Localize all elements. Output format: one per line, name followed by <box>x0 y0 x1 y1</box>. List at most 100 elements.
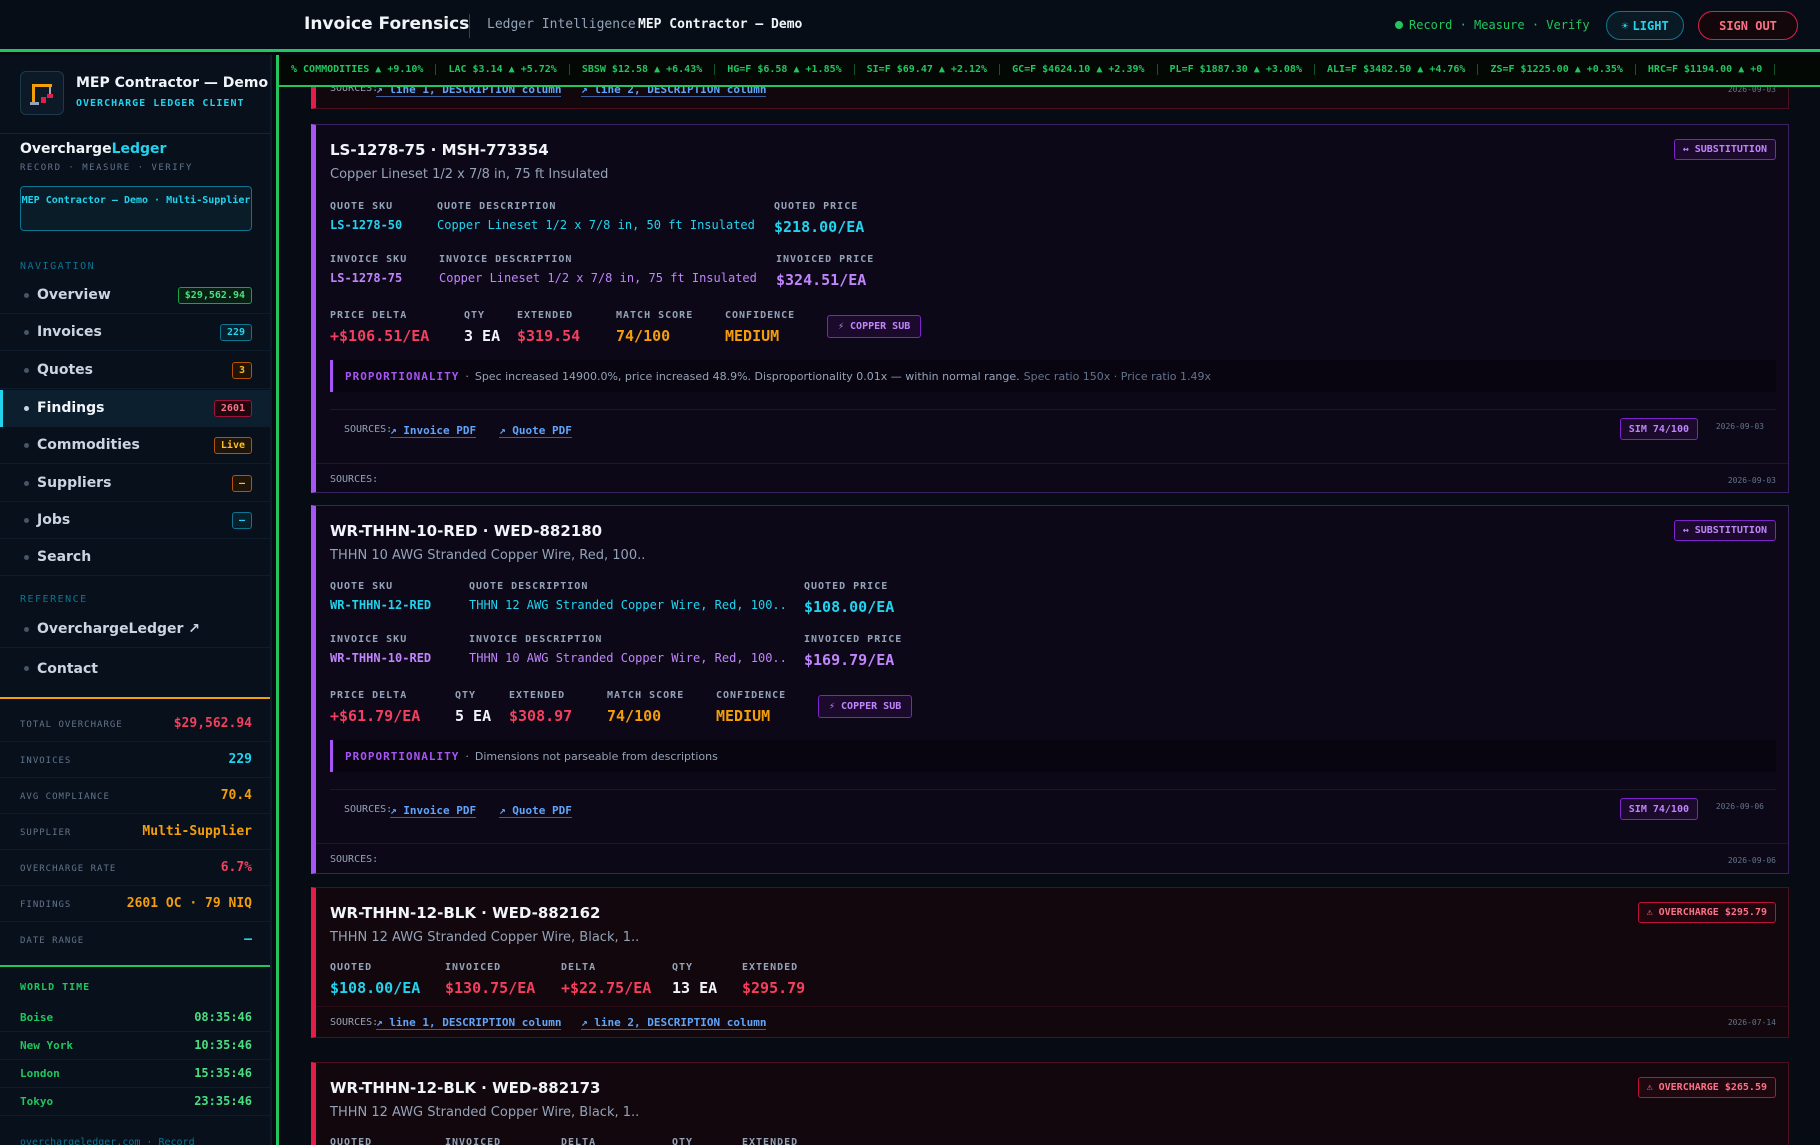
sidebar-item-quotes[interactable]: Quotes 3 <box>0 352 270 389</box>
field-label: INVOICE DESCRIPTION <box>439 254 573 265</box>
reference-section-label: REFERENCE <box>20 594 88 605</box>
ticker-item: ZS=F $1225.00 ▲ +0.35% <box>1478 64 1636 75</box>
confidence-field: CONFIDENCE MEDIUM <box>725 310 795 345</box>
finding-card-partial: SOURCES: ↗ line 1, DESCRIPTION column ↗ … <box>311 87 1789 109</box>
source-link[interactable]: ↗ line 1, DESCRIPTION column <box>376 87 562 97</box>
nav-badge: 2601 <box>213 399 252 417</box>
quote-sku-field: QUOTE SKU WR-THHN-12-RED <box>330 581 431 612</box>
bullet-icon <box>24 442 29 448</box>
finding-title: WR-THHN-12-BLK · WED-882162 <box>330 904 601 922</box>
field-label: QUOTE DESCRIPTION <box>469 581 589 592</box>
proportionality-label: PROPORTIONALITY <box>345 749 460 763</box>
invoice-pdf-link[interactable]: ↗ Invoice PDF <box>390 804 477 818</box>
city-name: London <box>20 1067 60 1080</box>
field-label: QTY <box>464 310 486 321</box>
finding-date: 2026-09-03 <box>1715 422 1764 431</box>
sidebar-item-search[interactable]: Search <box>0 539 270 576</box>
field-value: WR-THHN-10-RED <box>330 651 432 665</box>
sidebar-item-overview[interactable]: Overview $29,562.94 <box>0 277 270 314</box>
field-value: $169.79/EA <box>804 651 895 669</box>
separator: · <box>465 369 469 383</box>
sign-out-button[interactable]: SIGN OUT <box>1698 11 1798 40</box>
nav-badge: Live <box>213 436 252 454</box>
sidebar-item-suppliers[interactable]: Suppliers — <box>0 465 270 502</box>
source-link[interactable]: ↗ line 2, DESCRIPTION column <box>581 87 767 97</box>
sources-row: SOURCES: ↗ Invoice PDF ↗ Quote PDF SIM 7… <box>330 409 1776 457</box>
stat-value: 2601 OC · 79 NIQ <box>126 896 252 911</box>
quote-pdf-link[interactable]: ↗ Quote PDF <box>499 804 572 818</box>
world-time-row: New York 10:35:46 <box>0 1032 270 1060</box>
sidebar-item-label: Search <box>37 549 92 565</box>
extended-field: EXTENDED $295.79 <box>742 962 805 997</box>
invoice-pdf-link[interactable]: ↗ Invoice PDF <box>390 424 477 438</box>
sidebar-item-jobs[interactable]: Jobs — <box>0 502 270 539</box>
light-mode-button[interactable]: ☀ LIGHT <box>1606 11 1684 40</box>
bullet-icon <box>24 480 29 486</box>
client-name: MEP Contractor — Demo <box>76 75 269 91</box>
stat-date-range: DATE RANGE — <box>0 922 270 958</box>
price-delta-field: PRICE DELTA +$61.79/EA <box>330 690 420 725</box>
qty-field: QTY 5 EA <box>455 690 491 725</box>
field-label: QTY <box>455 690 477 701</box>
field-value: 3 EA <box>464 327 501 345</box>
sources-label: SOURCES: <box>330 1017 379 1028</box>
field-label: INVOICED <box>445 962 502 973</box>
sidebar-item-label: Contact <box>37 660 98 677</box>
sidebar-item-invoices[interactable]: Invoices 229 <box>0 314 270 351</box>
field-label: DELTA <box>561 1137 597 1145</box>
field-label: EXTENDED <box>517 310 574 321</box>
sidebar-item-label: Findings <box>37 400 105 416</box>
status-text: Record · Measure · Verify <box>1409 18 1590 32</box>
separator: · <box>465 749 469 763</box>
city-time: 10:35:46 <box>194 1038 252 1052</box>
copper-sub-badge: ⚡ COPPER SUB <box>818 695 913 718</box>
match-score-field: MATCH SCORE 74/100 <box>607 690 684 725</box>
field-label: QUOTED PRICE <box>774 201 859 212</box>
field-value: $308.97 <box>509 707 573 725</box>
stat-label: DATE RANGE <box>20 936 85 946</box>
field-value: $324.51/EA <box>776 271 867 289</box>
findings-list[interactable]: SOURCES: ↗ line 1, DESCRIPTION column ↗ … <box>279 87 1820 1145</box>
link-text: Quote PDF <box>512 804 572 817</box>
source-link-text: line 2, DESCRIPTION column <box>594 1016 767 1029</box>
sidebar-item-overchargeledger[interactable]: OverchargeLedger ↗ <box>0 611 270 648</box>
sidebar-item-findings[interactable]: Findings 2601 <box>0 390 270 427</box>
field-label: MATCH SCORE <box>616 310 694 321</box>
sidebar-item-commodities[interactable]: Commodities Live <box>0 427 270 464</box>
field-value: +$22.75/EA <box>561 979 652 997</box>
ticker-item: LAC $3.14 ▲ +5.72% <box>436 64 570 75</box>
finding-date: 2026-09-03 <box>1727 476 1776 485</box>
sidebar-footer[interactable]: overchargeledger.com · Record <box>20 1137 195 1145</box>
world-time-row: Boise 08:35:46 <box>0 1004 270 1032</box>
price-delta-field: PRICE DELTA +$106.51/EA <box>330 310 429 345</box>
brand-tagline: RECORD · MEASURE · VERIFY <box>20 163 193 173</box>
sidebar-item-contact[interactable]: Contact <box>0 650 270 687</box>
field-value: LS-1278-75 <box>330 271 403 285</box>
finding-card: WR-THHN-10-RED · WED-882180 THHN 10 AWG … <box>311 505 1789 874</box>
bullet-icon <box>24 292 29 298</box>
source-link[interactable]: ↗ line 2, DESCRIPTION column <box>581 1016 767 1030</box>
proportionality-text: Spec increased 14900.0%, price increased… <box>474 369 1020 383</box>
quote-description-field: QUOTE DESCRIPTION THHN 12 AWG Stranded C… <box>469 581 787 612</box>
sidebar-item-label: OverchargeLedger ↗ <box>37 621 201 637</box>
world-time-divider <box>0 965 270 967</box>
finding-date: 2026-09-06 <box>1715 802 1764 811</box>
field-value: 13 EA <box>672 979 718 997</box>
client-selector[interactable]: MEP Contractor — Demo · Multi-Supplier <box>20 186 252 231</box>
nav-badge: — <box>231 511 252 529</box>
source-link[interactable]: ↗ line 1, DESCRIPTION column <box>376 1016 562 1030</box>
field-label: EXTENDED <box>742 1137 799 1145</box>
sources-label: SOURCES: <box>330 474 379 485</box>
quote-pdf-link[interactable]: ↗ Quote PDF <box>499 424 572 438</box>
bullet-icon <box>24 329 29 335</box>
ticker-item: SBSW $12.58 ▲ +6.43% <box>570 64 716 75</box>
city-name: Boise <box>20 1011 54 1024</box>
qty-field: QTY <box>672 1137 693 1145</box>
field-label: QUOTED <box>330 962 373 973</box>
status-indicator: Record · Measure · Verify <box>1395 18 1590 32</box>
match-score-field: MATCH SCORE 74/100 <box>616 310 693 345</box>
invoice-sku-field: INVOICE SKU LS-1278-75 <box>330 254 407 285</box>
sidebar-item-label: Suppliers <box>37 475 112 491</box>
brand-part-a: Overcharge <box>20 141 112 157</box>
finding-date: 2026-09-03 <box>1727 87 1776 94</box>
